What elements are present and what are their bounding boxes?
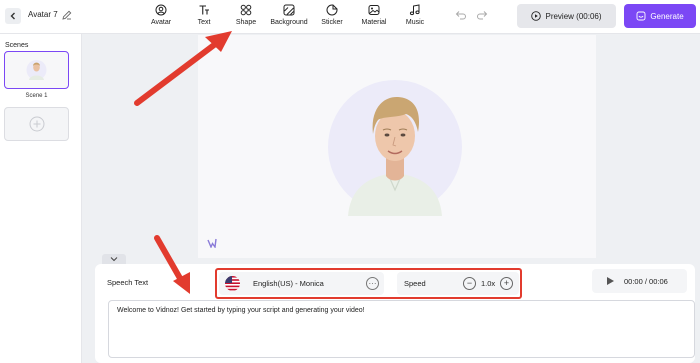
minus-icon: − (466, 278, 473, 288)
script-textarea[interactable]: Welcome to Vidnoz! Get started by typing… (108, 300, 695, 358)
vidnoz-logo-icon (207, 238, 217, 248)
tool-music[interactable]: Music (404, 3, 426, 31)
play-icon[interactable] (605, 276, 615, 286)
material-icon (368, 5, 380, 15)
tool-label: Shape (235, 19, 257, 26)
chevron-left-icon (10, 12, 15, 20)
preview-label: Preview (00:06) (545, 11, 602, 21)
script-text: Welcome to Vidnoz! Get started by typing… (117, 307, 365, 314)
voice-selector[interactable]: English(US) - Monica ··· (219, 272, 384, 295)
preview-button[interactable]: Preview (00:06) (517, 4, 616, 28)
avatar-image[interactable] (326, 78, 464, 216)
us-flag-icon (225, 276, 240, 291)
audio-time: 00:00 / 00:06 (624, 277, 668, 286)
video-canvas[interactable] (198, 35, 596, 258)
speed-control: Speed − 1.0x + (397, 272, 519, 295)
speed-value: 1.0x (481, 279, 496, 288)
more-dots-icon: ··· (368, 278, 377, 288)
tool-label: Sticker (321, 19, 343, 26)
scene-label: Scene 1 (25, 93, 48, 99)
project-title: Avatar 7 (28, 10, 58, 19)
plus-icon: + (503, 278, 510, 288)
speech-card: Speech Text English(US) - Monica ··· Spe… (95, 264, 695, 363)
top-toolbar: Avatar 7 Avatar Text Shape Background St… (0, 0, 700, 34)
speech-text-label: Speech Text (107, 278, 149, 287)
redo-icon[interactable] (476, 9, 488, 21)
voice-name: English(US) - Monica (253, 279, 324, 288)
tool-avatar[interactable]: Avatar (150, 3, 172, 31)
avatar-thumbnail (26, 60, 47, 80)
audio-player: 00:00 / 00:06 (592, 269, 687, 293)
tool-material[interactable]: Material (360, 3, 388, 31)
speed-decrease-button[interactable]: − (463, 277, 476, 290)
tool-shape[interactable]: Shape (234, 3, 258, 31)
collapse-panel-button[interactable] (102, 254, 126, 264)
generate-label: Generate (650, 11, 684, 21)
generate-button[interactable]: Generate (624, 4, 696, 28)
shape-icon (240, 4, 252, 16)
avatar-icon (155, 4, 167, 16)
music-icon (409, 4, 420, 16)
sticker-icon (326, 4, 338, 16)
speed-label: Speed (404, 279, 426, 288)
tool-label: Music (405, 19, 425, 26)
speed-increase-button[interactable]: + (500, 277, 513, 290)
tool-text[interactable]: Text (194, 3, 214, 31)
scenes-sidebar: Scenes Scene 1 (0, 34, 82, 363)
back-button[interactable] (5, 8, 21, 24)
tool-label: Avatar (150, 19, 172, 26)
tool-label: Text (197, 19, 211, 26)
plus-icon (29, 116, 44, 132)
tool-label: Background (270, 19, 308, 26)
smile-box-icon (636, 11, 646, 21)
text-icon (199, 5, 209, 15)
tool-background[interactable]: Background (268, 3, 310, 31)
undo-icon[interactable] (455, 9, 467, 21)
tool-sticker[interactable]: Sticker (320, 3, 344, 31)
canvas-area (82, 34, 700, 264)
speech-panel: Speech Text English(US) - Monica ··· Spe… (82, 264, 700, 363)
background-icon (283, 4, 295, 16)
tool-label: Material (361, 19, 387, 26)
chevron-down-icon (110, 257, 118, 262)
add-scene-button[interactable] (4, 107, 69, 141)
voice-more-button[interactable]: ··· (366, 277, 379, 290)
pencil-icon[interactable] (61, 9, 73, 21)
scene-thumbnail[interactable] (4, 51, 69, 89)
voice-settings-highlight: English(US) - Monica ··· Speed − 1.0x + (215, 268, 522, 299)
play-circle-icon (531, 11, 542, 21)
scenes-title: Scenes (5, 42, 29, 49)
